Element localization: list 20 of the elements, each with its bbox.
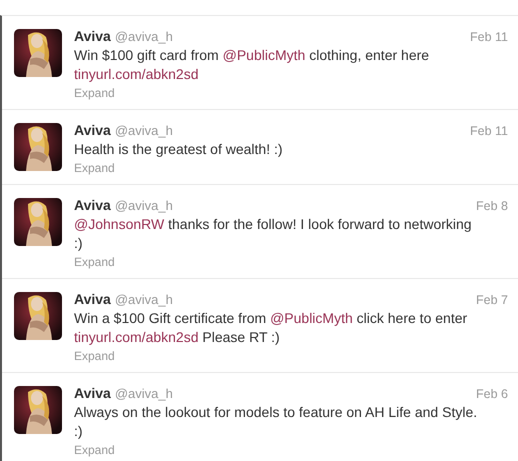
mention-link[interactable]: @PublicMyth — [222, 47, 306, 63]
tweet-text: Health is the greatest of wealth! :) — [74, 140, 284, 159]
tweet-text: Win a $100 Gift certificate from @PublicMyth click here to enter tinyurl.com/abkn2sd Please RT :) — [74, 309, 468, 347]
user-handle: @aviva_h — [114, 385, 173, 402]
mention-link[interactable]: @PublicMyth — [270, 310, 353, 326]
mention-link[interactable]: @JohnsonRW — [74, 216, 164, 232]
user-name[interactable]: Aviva — [74, 385, 111, 402]
user-name[interactable]: Aviva — [74, 291, 111, 308]
user-handle: @aviva_h — [114, 197, 173, 214]
tweet-text: Always on the lookout for models to feature on AH Life and Style. :) — [74, 403, 478, 441]
tweet-text: @JohnsonRW thanks for the follow! I look forward to networking :) — [74, 215, 473, 253]
url-link[interactable]: tinyurl.com/abkn2sd — [74, 329, 199, 345]
url-link[interactable]: tinyurl.com/abkn2sd — [74, 66, 199, 82]
user-name[interactable]: Aviva — [74, 28, 111, 45]
user-name[interactable]: Aviva — [74, 197, 111, 214]
user-handle: @aviva_h — [114, 28, 173, 45]
user-name[interactable]: Aviva — [74, 122, 111, 139]
user-handle: @aviva_h — [114, 122, 173, 139]
user-handle: @aviva_h — [114, 291, 173, 308]
tweet-text: Win $100 gift card from @PublicMyth clothing, enter here tinyurl.com/abkn2sd — [74, 46, 430, 84]
